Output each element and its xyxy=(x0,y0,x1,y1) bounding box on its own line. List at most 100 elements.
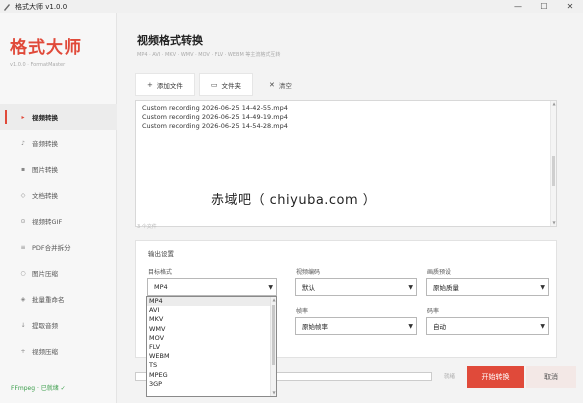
file-list-scrollbar[interactable]: ▲ ▼ xyxy=(550,101,556,226)
chevron-down-icon: ▼ xyxy=(408,284,413,291)
scrollbar-thumb[interactable] xyxy=(272,305,275,365)
ffmpeg-status: FFmpeg · 已就绪 ✓ xyxy=(11,385,66,392)
window-titlebar: 格式大师 v1.0.0 — ☐ ✕ xyxy=(0,0,583,13)
sidebar-item-extract-audio[interactable]: ↓ 提取音频 xyxy=(0,312,117,338)
sidebar-item-label: 图片转换 xyxy=(32,166,58,174)
bitrate-label: 码率 xyxy=(427,308,440,315)
settings-title: 输出设置 xyxy=(148,250,174,258)
plus-icon: + xyxy=(147,80,153,89)
add-folder-button[interactable]: ▭ 文件夹 xyxy=(198,73,253,96)
clear-button[interactable]: ✕ 清空 xyxy=(257,73,304,96)
sidebar-item-label: 批量重命名 xyxy=(32,296,65,304)
dropdown-option[interactable]: AVI xyxy=(147,306,276,315)
dropdown-option[interactable]: WEBM xyxy=(147,352,276,361)
list-item[interactable]: Custom recording 2026-06-25 14-54-28.mp4 xyxy=(136,122,556,131)
rename-icon: ◈ xyxy=(20,295,26,303)
sidebar-item-label: 音频转换 xyxy=(32,140,58,148)
scroll-down-icon[interactable]: ▼ xyxy=(551,220,557,226)
cancel-button[interactable]: 取消 xyxy=(526,366,576,388)
minimize-button[interactable]: — xyxy=(505,0,531,13)
start-convert-button[interactable]: 开始转换 xyxy=(467,366,524,388)
chevron-down-icon: ▼ xyxy=(540,323,545,330)
status-text: 就绪 xyxy=(444,374,456,380)
pdf-icon: ≡ xyxy=(20,243,26,251)
bitrate-value: 自动 xyxy=(433,323,446,331)
sidebar-item-image-compress[interactable]: ○ 图片压缩 xyxy=(0,260,117,286)
dropdown-option[interactable]: 3GP xyxy=(147,380,276,389)
quality-value: 原始质量 xyxy=(433,284,459,292)
sidebar-item-image-convert[interactable]: ▪ 图片转换 xyxy=(0,156,117,182)
brand-logo: 格式大师 xyxy=(10,38,82,58)
window-title: 格式大师 v1.0.0 xyxy=(15,2,68,11)
framerate-value: 原始帧率 xyxy=(302,323,328,331)
sidebar-item-pdf-merge-split[interactable]: ≡ PDF合并拆分 xyxy=(0,234,117,260)
sidebar-item-label: 文档转换 xyxy=(32,192,58,200)
bitrate-select[interactable]: 自动 ▼ xyxy=(426,317,549,335)
close-icon: ✕ xyxy=(269,80,275,89)
list-item[interactable]: Custom recording 2026-06-25 14-42-55.mp4 xyxy=(136,104,556,113)
version-label: v1.0.0 · FormatMaster xyxy=(10,62,66,68)
scrollbar-thumb[interactable] xyxy=(552,156,555,186)
sidebar-item-video-compress[interactable]: + 视频压缩 xyxy=(0,338,117,364)
dropdown-option[interactable]: MOV xyxy=(147,334,276,343)
image-icon: ▪ xyxy=(20,165,26,173)
video-codec-label: 视频编码 xyxy=(296,269,321,276)
document-icon: ◇ xyxy=(20,191,26,199)
sidebar-item-label: 提取音频 xyxy=(32,322,58,330)
sidebar-item-label: PDF合并拆分 xyxy=(32,244,71,252)
quality-select[interactable]: 原始质量 ▼ xyxy=(426,278,549,296)
chevron-down-icon: ▼ xyxy=(408,323,413,330)
sidebar-item-audio-convert[interactable]: ♪ 音频转换 xyxy=(0,130,117,156)
sidebar-item-batch-rename[interactable]: ◈ 批量重命名 xyxy=(0,286,117,312)
watermark-text: 赤域吧（ chiyuba.com ） xyxy=(211,193,377,208)
framerate-select[interactable]: 原始帧率 ▼ xyxy=(295,317,417,335)
compress-image-icon: ○ xyxy=(20,269,26,277)
dropdown-option[interactable]: MP4 xyxy=(147,297,276,307)
gif-icon: ⊙ xyxy=(20,217,26,225)
quality-label: 画质预设 xyxy=(427,269,452,276)
close-button[interactable]: ✕ xyxy=(557,0,583,13)
maximize-button[interactable]: ☐ xyxy=(531,0,557,13)
toolbar: + 添加文件 ▭ 文件夹 ✕ 清空 xyxy=(135,73,304,96)
dropdown-option[interactable]: FLV xyxy=(147,343,276,352)
sidebar-item-label: 视频压缩 xyxy=(32,348,58,356)
folder-icon: ▭ xyxy=(210,80,218,89)
dropdown-option[interactable]: WMV xyxy=(147,325,276,334)
sidebar-item-video-convert[interactable]: ▸ 视频转换 xyxy=(0,104,117,130)
page-subtitle: MP4 · AVI · MKV · WMV · MOV · FLV · WEBM… xyxy=(137,52,281,58)
list-item[interactable]: Custom recording 2026-06-25 14-49-19.mp4 xyxy=(136,113,556,122)
music-icon: ♪ xyxy=(21,139,25,147)
sidebar-item-label: 视频转GIF xyxy=(32,218,63,226)
target-format-select[interactable]: MP4 ▼ xyxy=(147,278,277,296)
app-logo-icon xyxy=(4,3,10,11)
sidebar-item-video-to-gif[interactable]: ⊙ 视频转GIF xyxy=(0,208,117,234)
target-format-value: MP4 xyxy=(154,283,168,291)
extract-audio-icon: ↓ xyxy=(20,321,26,329)
dropdown-option[interactable]: TS xyxy=(147,361,276,370)
scroll-up-icon[interactable]: ▲ xyxy=(271,297,276,303)
framerate-label: 帧率 xyxy=(296,308,309,315)
scroll-up-icon[interactable]: ▲ xyxy=(551,101,557,107)
sidebar-item-label: 图片压缩 xyxy=(32,270,58,278)
play-icon: ▸ xyxy=(21,113,25,121)
chevron-down-icon: ▼ xyxy=(268,284,273,291)
sidebar-nav: ▸ 视频转换 ♪ 音频转换 ▪ 图片转换 ◇ 文档转换 ⊙ 视频转GIF ≡ P… xyxy=(0,104,117,364)
add-file-label: 添加文件 xyxy=(156,81,183,90)
sidebar-item-label: 视频转换 xyxy=(32,114,58,122)
format-dropdown-list[interactable]: MP4 AVI MKV WMV MOV FLV WEBM TS MPEG 3GP… xyxy=(146,296,277,397)
clear-label: 清空 xyxy=(278,81,292,90)
video-codec-select[interactable]: 默认 ▼ xyxy=(295,278,417,296)
add-folder-label: 文件夹 xyxy=(221,81,242,90)
chevron-down-icon: ▼ xyxy=(540,284,545,291)
compress-video-icon: + xyxy=(20,347,26,355)
file-count: 3 个文件 xyxy=(137,224,157,230)
add-file-button[interactable]: + 添加文件 xyxy=(135,73,195,96)
scroll-down-icon[interactable]: ▼ xyxy=(271,390,276,396)
page-title: 视频格式转换 xyxy=(137,34,203,47)
dropdown-option[interactable]: MKV xyxy=(147,315,276,324)
sidebar-item-document-convert[interactable]: ◇ 文档转换 xyxy=(0,182,117,208)
dropdown-scrollbar[interactable]: ▲ ▼ xyxy=(270,297,276,396)
dropdown-option[interactable]: MPEG xyxy=(147,371,276,380)
target-format-label: 目标格式 xyxy=(148,269,173,276)
video-codec-value: 默认 xyxy=(302,284,315,292)
